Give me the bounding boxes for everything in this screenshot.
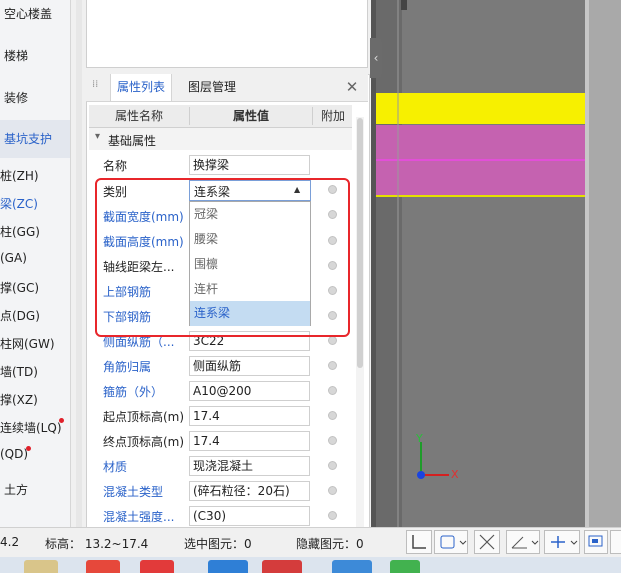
prop-value-start-elevation[interactable]: 17.4 [189, 406, 310, 426]
ortho-snap-icon[interactable] [406, 530, 432, 554]
nav-sub-wall[interactable]: 墙(TD) [0, 363, 70, 380]
extra-radio[interactable] [328, 486, 337, 495]
prop-label-corner-rebar: 角筋归属 [103, 360, 152, 374]
nav-divider [70, 0, 71, 527]
nav-item-earthwork[interactable]: 土方 [0, 471, 70, 509]
panel-gutter [76, 0, 82, 527]
extra-radio[interactable] [328, 386, 337, 395]
axis-y-label: Y [416, 432, 423, 445]
prop-label-stirrup: 箍筋（外） [103, 385, 164, 399]
nav-sub-beam[interactable]: 梁(ZC) [0, 195, 70, 212]
axis-x-label: X [451, 468, 459, 481]
prop-label-concrete-strength: 混凝土强度... [103, 510, 175, 524]
taskbar-browser-icon[interactable] [86, 560, 120, 573]
header-property-name: 属性名称 [114, 109, 163, 123]
add-offset-icon[interactable] [544, 530, 580, 554]
drag-handle-icon[interactable]: ⁞⁞ [92, 80, 102, 95]
nav-item-decoration[interactable]: 装修 [0, 79, 70, 117]
nav-item-hollow-floor[interactable]: 空心楼盖 [0, 0, 70, 33]
collapse-toggle-icon[interactable]: ▾ [95, 131, 100, 142]
collapse-panel-button[interactable]: ‹ [370, 38, 382, 78]
new-badge-dot [26, 446, 31, 451]
upper-blank-panel [86, 0, 368, 68]
more-tools-icon[interactable] [610, 530, 621, 554]
prop-value-stirrup[interactable]: A10@200 [189, 381, 310, 401]
extra-radio[interactable] [328, 336, 337, 345]
prop-value-end-elevation[interactable]: 17.4 [189, 431, 310, 451]
select-box-icon[interactable] [434, 530, 468, 554]
prop-label-end-elevation: 终点顶标高(m) [103, 435, 185, 449]
extra-radio[interactable] [328, 411, 337, 420]
taskbar-app-icon[interactable] [208, 560, 248, 573]
header-extra: 附加 [320, 109, 345, 123]
prop-value-concrete-strength[interactable]: (C30) [189, 506, 310, 526]
left-nav: 空心楼盖 楼梯 装修 基坑支护 桩(ZH) 梁(ZC) 柱(GG) (GA) 撑… [0, 0, 70, 527]
3d-viewport[interactable]: Y X [371, 0, 621, 527]
nav-sub-column[interactable]: 柱(GG) [0, 223, 70, 240]
extra-radio[interactable] [328, 361, 337, 370]
prop-label-concrete-type: 混凝土类型 [103, 485, 164, 499]
property-table-header: 属性名称 属性值 附加 [89, 105, 352, 128]
tab-layer-management[interactable]: 图层管理 [182, 74, 242, 101]
annotation-highlight-box [95, 178, 350, 337]
nav-item-foundation-pit[interactable]: 基坑支护 [0, 120, 70, 158]
prop-value-material[interactable]: 现浇混凝土 [189, 456, 310, 476]
nav-sub-qd[interactable]: (QD) [0, 447, 70, 461]
nav-sub-ga[interactable]: (GA) [0, 251, 70, 265]
status-elevation: 标高： 13.2~17.4 [45, 537, 149, 551]
status-selected-count: 选中图元：0 [184, 537, 252, 551]
nav-sub-diagonal-brace[interactable]: 撑(XZ) [0, 391, 70, 408]
prop-label-material: 材质 [103, 460, 128, 474]
status-hidden-count: 隐藏图元：0 [296, 537, 364, 551]
extra-radio[interactable] [328, 436, 337, 445]
nav-item-stairs[interactable]: 楼梯 [0, 37, 70, 75]
taskbar-app-icon[interactable] [140, 560, 174, 573]
new-badge-dot [59, 418, 64, 423]
taskbar-app-icon[interactable] [24, 560, 58, 573]
prop-label-name: 名称 [103, 159, 128, 173]
angle-icon[interactable] [506, 530, 540, 554]
nav-sub-pile[interactable]: 桩(ZH) [0, 167, 70, 184]
scrollbar-thumb[interactable] [357, 118, 363, 368]
cross-select-icon[interactable] [474, 530, 500, 554]
panel-tabbar: 属性列表 图层管理 [86, 74, 368, 102]
header-property-value: 属性值 [232, 109, 269, 123]
prop-label-start-elevation: 起点顶标高(m) [103, 410, 185, 424]
tab-property-list[interactable]: 属性列表 [110, 74, 173, 101]
taskbar-app-icon[interactable] [262, 560, 302, 573]
prop-value-name[interactable]: 换撑梁 [189, 155, 310, 175]
section-label: 基础属性 [108, 134, 157, 148]
prop-value-corner-rebar[interactable]: 侧面纵筋 [189, 356, 310, 376]
extra-radio[interactable] [328, 461, 337, 470]
taskbar-wechat-icon[interactable] [390, 560, 420, 573]
viewport-scene [371, 0, 621, 527]
extra-radio[interactable] [328, 511, 337, 520]
close-icon[interactable]: ✕ [344, 78, 360, 96]
nav-sub-column-grid[interactable]: 柱网(GW) [0, 335, 70, 352]
nav-sub-brace[interactable]: 撑(GC) [0, 279, 70, 296]
nav-sub-point[interactable]: 点(DG) [0, 307, 70, 324]
prop-value-concrete-type[interactable]: (碎石粒径：20石) [189, 481, 310, 501]
display-settings-icon[interactable] [584, 530, 608, 554]
status-left-value: 4.2 [0, 535, 20, 549]
taskbar-app-icon[interactable] [332, 560, 372, 573]
section-basic-properties[interactable]: ▾ 基础属性 [89, 128, 352, 150]
